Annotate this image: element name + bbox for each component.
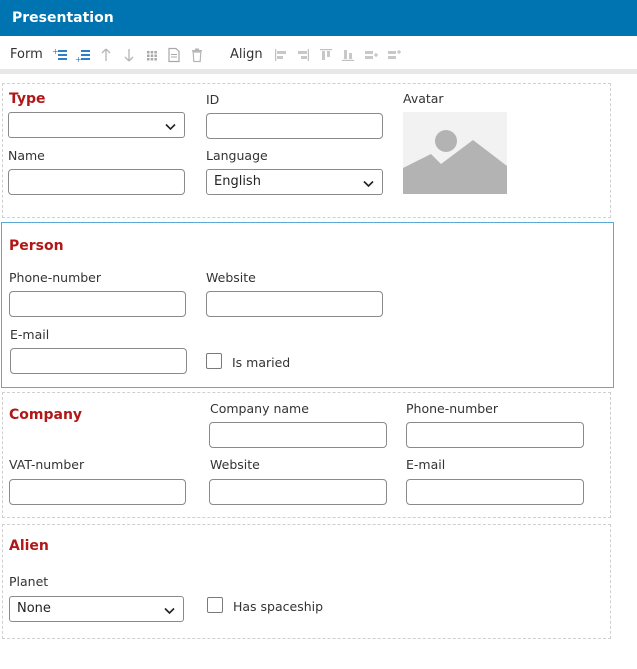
svg-text:+: + xyxy=(52,47,59,56)
align-label: Align xyxy=(230,47,263,62)
type-select[interactable] xyxy=(8,112,185,138)
person-website-input[interactable] xyxy=(206,291,383,317)
name-input[interactable] xyxy=(8,169,185,195)
avatar[interactable] xyxy=(403,112,507,194)
company-website-input[interactable] xyxy=(209,479,387,505)
svg-text:+: + xyxy=(75,55,82,63)
section-type[interactable] xyxy=(2,83,611,218)
company-email-label: E-mail xyxy=(406,457,446,472)
avatar-label: Avatar xyxy=(403,91,444,106)
move-up-icon[interactable] xyxy=(98,47,114,63)
company-phone-label: Phone-number xyxy=(406,401,499,416)
is-married-label: Is maried xyxy=(232,355,291,370)
chevron-down-icon xyxy=(165,120,176,135)
language-select[interactable]: English xyxy=(206,169,383,195)
name-label: Name xyxy=(8,148,45,163)
language-label: Language xyxy=(206,148,268,163)
form-label: Form xyxy=(10,47,43,62)
add-row-below-icon[interactable]: + xyxy=(75,47,91,63)
has-spaceship-checkbox[interactable] xyxy=(207,597,223,613)
section-alien-title: Alien xyxy=(9,538,49,554)
align-bottom-icon[interactable] xyxy=(340,47,356,63)
planet-select-value: None xyxy=(17,601,51,616)
person-email-label: E-mail xyxy=(10,327,50,342)
section-type-title: Type xyxy=(9,91,46,107)
align-top-icon[interactable] xyxy=(318,47,334,63)
align-right-icon[interactable] xyxy=(295,47,311,63)
section-person-title: Person xyxy=(9,238,64,254)
add-row-above-icon[interactable]: + xyxy=(52,47,68,63)
planet-label: Planet xyxy=(9,574,49,589)
company-name-input[interactable] xyxy=(209,422,387,448)
company-name-label: Company name xyxy=(210,401,309,416)
person-email-input[interactable] xyxy=(10,348,187,374)
toolbar: Form + + Align xyxy=(0,36,637,74)
move-down-icon[interactable] xyxy=(121,47,137,63)
image-placeholder-icon xyxy=(403,130,507,194)
align-left-icon[interactable] xyxy=(273,47,289,63)
has-spaceship-label: Has spaceship xyxy=(233,599,324,614)
document-icon[interactable] xyxy=(166,47,182,63)
person-phone-input[interactable] xyxy=(9,291,186,317)
chevron-down-icon xyxy=(363,177,374,192)
window-title: Presentation xyxy=(0,0,637,36)
vat-number-label: VAT-number xyxy=(9,457,85,472)
vat-number-input[interactable] xyxy=(9,479,186,505)
person-phone-label: Phone-number xyxy=(9,270,102,285)
id-input[interactable] xyxy=(206,113,383,139)
distribute-vertical-icon[interactable] xyxy=(386,47,402,63)
grid-icon[interactable] xyxy=(144,47,160,63)
language-select-value: English xyxy=(214,174,261,189)
chevron-down-icon xyxy=(164,604,175,619)
person-website-label: Website xyxy=(206,270,256,285)
delete-icon[interactable] xyxy=(189,47,205,63)
id-label: ID xyxy=(206,92,220,107)
section-company-title: Company xyxy=(9,407,83,423)
company-website-label: Website xyxy=(210,457,260,472)
is-married-checkbox[interactable] xyxy=(206,353,222,369)
distribute-horizontal-icon[interactable] xyxy=(363,47,379,63)
company-phone-input[interactable] xyxy=(406,422,584,448)
planet-select[interactable]: None xyxy=(9,596,184,622)
company-email-input[interactable] xyxy=(406,479,584,505)
